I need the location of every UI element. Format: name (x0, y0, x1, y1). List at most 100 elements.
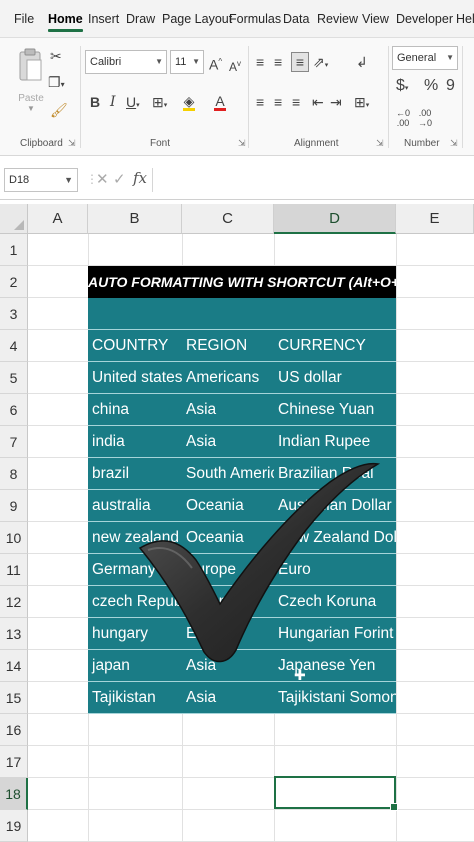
column-header-b[interactable]: B (88, 204, 182, 234)
dialog-launcher-icon[interactable]: ⇲ (450, 138, 458, 149)
wrap-text-icon[interactable]: ↲ (356, 54, 368, 70)
number-format-dropdown[interactable]: General ▼ (392, 46, 458, 70)
column-header-e[interactable]: E (396, 204, 474, 234)
row-header-13[interactable]: 13 (0, 618, 28, 650)
row-header-11[interactable]: 11 (0, 554, 28, 586)
font-name-dropdown[interactable]: Calibri ▼ (85, 50, 167, 74)
table-cell-currency[interactable]: Chinese Yuan (274, 394, 396, 426)
table-cell-currency[interactable]: Tajikistani Somoni (274, 682, 396, 714)
borders-icon[interactable]: ⊞▾ (152, 94, 167, 114)
active-cell[interactable] (274, 776, 398, 811)
table-cell-region[interactable]: Americans (182, 362, 274, 394)
format-painter-icon[interactable]: 🖌 (50, 102, 68, 118)
increase-indent-icon[interactable]: ⇥ (330, 94, 342, 110)
align-center-icon[interactable]: ≡ (274, 94, 282, 110)
table-cell-country[interactable]: china (88, 394, 182, 426)
tab-formulas[interactable]: Formulas (229, 0, 281, 38)
formula-input[interactable] (152, 168, 474, 192)
tab-insert[interactable]: Insert (88, 0, 119, 38)
header-currency[interactable]: CURRENCY (274, 330, 396, 362)
column-header-d[interactable]: D (274, 204, 396, 234)
decrease-font-size-icon[interactable]: Av (229, 56, 241, 75)
row-header-3[interactable]: 3 (0, 298, 28, 330)
row-header-15[interactable]: 15 (0, 682, 28, 714)
table-cell-country[interactable]: czech Republic (88, 586, 182, 618)
tab-file[interactable]: File (14, 0, 34, 38)
table-cell-country[interactable]: Germany (88, 554, 182, 586)
table-cell-currency[interactable]: Indian Rupee (274, 426, 396, 458)
currency-icon[interactable]: $▾ (396, 78, 408, 97)
table-cell-currency[interactable]: Euro (274, 554, 396, 586)
table-title[interactable]: AUTO FORMATTING WITH SHORTCUT (Alt+O+A) (88, 266, 396, 298)
row-header-12[interactable]: 12 (0, 586, 28, 618)
row-header-1[interactable]: 1 (0, 234, 28, 266)
table-cell-region[interactable]: Oceania (182, 490, 274, 522)
italic-button[interactable]: I (110, 94, 116, 110)
row-header-4[interactable]: 4 (0, 330, 28, 362)
tab-draw[interactable]: Draw (126, 0, 155, 38)
increase-font-size-icon[interactable]: A^ (209, 54, 222, 73)
align-bottom-icon[interactable]: ≡ (291, 52, 309, 72)
underline-button[interactable]: U▾ (126, 94, 140, 114)
table-cell-region[interactable]: Asia (182, 426, 274, 458)
table-cell-region[interactable]: Asia (182, 682, 274, 714)
tab-review[interactable]: Review (317, 0, 358, 38)
table-cell-region[interactable]: Asia (182, 650, 274, 682)
table-cell-currency[interactable]: Japanese Yen (274, 650, 396, 682)
row-header-6[interactable]: 6 (0, 394, 28, 426)
dialog-launcher-icon[interactable]: ⇲ (376, 138, 384, 149)
align-right-icon[interactable]: ≡ (292, 94, 300, 110)
fill-color-icon[interactable]: ◈ (183, 93, 195, 111)
font-color-icon[interactable]: A (214, 93, 226, 111)
align-middle-icon[interactable]: ≡ (274, 54, 282, 70)
table-cell-currency[interactable]: US dollar (274, 362, 396, 394)
row-header-7[interactable]: 7 (0, 426, 28, 458)
row-header-5[interactable]: 5 (0, 362, 28, 394)
row-header-18[interactable]: 18 (0, 778, 28, 810)
comma-style-icon[interactable]: 9 (446, 78, 455, 94)
increase-decimal-icon[interactable]: ←0.00 (396, 108, 410, 128)
table-cell-currency[interactable]: Hungarian Forint (274, 618, 396, 650)
tab-help[interactable]: Help (456, 0, 474, 38)
orientation-icon[interactable]: ⇗▾ (313, 54, 328, 74)
row-header-16[interactable]: 16 (0, 714, 28, 746)
row-header-19[interactable]: 19 (0, 810, 28, 842)
table-cell-country[interactable]: japan (88, 650, 182, 682)
table-cell-region[interactable]: Asia (182, 394, 274, 426)
cut-icon[interactable]: ✂ (50, 48, 62, 64)
table-cell-region[interactable]: Europe (182, 586, 274, 618)
header-country[interactable]: COUNTRY (88, 330, 182, 362)
tab-data[interactable]: Data (283, 0, 309, 38)
insert-function-button[interactable]: fx (133, 169, 147, 187)
table-cell-currency[interactable]: Brazilian Real (274, 458, 396, 490)
header-region[interactable]: REGION (182, 330, 274, 362)
percent-icon[interactable]: % (424, 78, 438, 94)
table-cell-region[interactable]: Europe (182, 554, 274, 586)
table-cell-country[interactable]: new zealand (88, 522, 182, 554)
decrease-decimal-icon[interactable]: .00 →0 (418, 108, 432, 128)
dialog-launcher-icon[interactable]: ⇲ (238, 138, 246, 149)
copy-icon[interactable]: ❐▾ (48, 74, 65, 93)
name-box[interactable]: D18 ▼ (4, 168, 78, 192)
bold-button[interactable]: B (90, 94, 100, 110)
table-cell-country[interactable]: Tajikistan (88, 682, 182, 714)
table-cell-country[interactable]: brazil (88, 458, 182, 490)
row-header-14[interactable]: 14 (0, 650, 28, 682)
select-all-button[interactable] (0, 204, 28, 234)
font-size-dropdown[interactable]: 11 ▼ (170, 50, 204, 74)
tab-home[interactable]: Home (48, 0, 83, 38)
paste-button[interactable]: Paste ▼ (16, 46, 46, 116)
table-cell-currency[interactable]: Czech Koruna (274, 586, 396, 618)
row-header-10[interactable]: 10 (0, 522, 28, 554)
table-cell-region[interactable]: South America (182, 458, 274, 490)
enter-icon[interactable]: ✓ (113, 170, 126, 188)
table-cell-region[interactable]: Oceania (182, 522, 274, 554)
table-cell-country[interactable]: australia (88, 490, 182, 522)
align-left-icon[interactable]: ≡ (256, 94, 264, 110)
table-cell-region[interactable]: Europe (182, 618, 274, 650)
table-cell-country[interactable]: india (88, 426, 182, 458)
tab-page-layout[interactable]: Page Layout (162, 0, 232, 38)
column-header-a[interactable]: A (28, 204, 88, 234)
row-header-2[interactable]: 2 (0, 266, 28, 298)
column-header-c[interactable]: C (182, 204, 274, 234)
